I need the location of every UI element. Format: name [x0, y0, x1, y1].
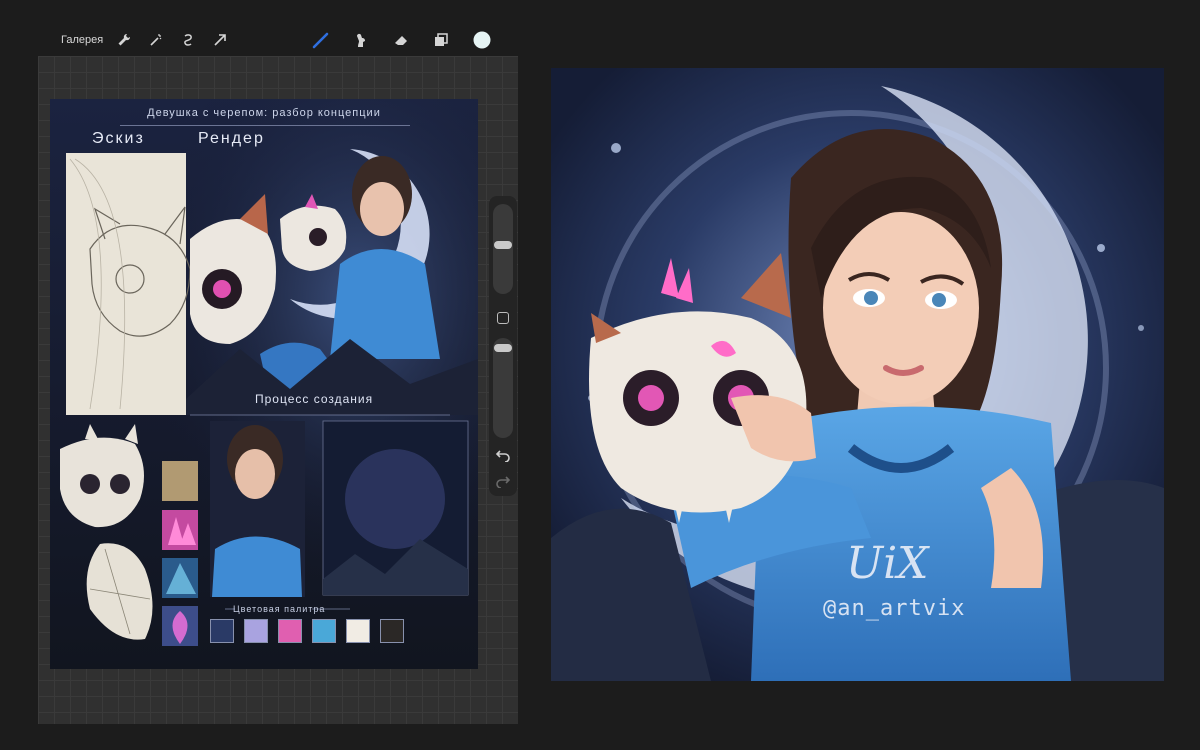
undo-arrow-icon[interactable]	[495, 448, 511, 467]
sketch-panel	[66, 153, 186, 415]
magic-wand-icon[interactable]	[146, 30, 166, 50]
palette-swatch-3	[278, 619, 302, 643]
transform-arrow-icon[interactable]	[210, 30, 230, 50]
palette-label: Цветовая палитра	[233, 604, 326, 614]
wrench-icon[interactable]	[114, 30, 134, 50]
title-divider	[120, 125, 410, 126]
side-slider-panel	[489, 196, 517, 496]
smudge-icon[interactable]	[351, 30, 371, 50]
top-toolbar: Галерея	[38, 24, 518, 56]
palette-swatch-4	[312, 619, 336, 643]
selection-icon[interactable]	[178, 30, 198, 50]
canvas-area[interactable]: Девушка с черепом: разбор концепции Эски…	[38, 56, 518, 724]
brush-size-slider[interactable]	[493, 204, 513, 294]
palette-swatch-6	[380, 619, 404, 643]
sketch-label: Эскиз	[92, 130, 145, 147]
board-artwork	[50, 99, 478, 669]
signature-handle: @an_artvix	[823, 596, 966, 621]
main-artwork: UiX @an_artvix	[551, 68, 1164, 681]
eraser-icon[interactable]	[391, 30, 411, 50]
process-label: Процесс создания	[255, 392, 374, 406]
redo-arrow-icon[interactable]	[495, 474, 511, 493]
layers-icon[interactable]	[431, 30, 451, 50]
gallery-button[interactable]: Галерея	[61, 34, 103, 46]
signature-script: UiX	[846, 538, 929, 589]
brush-icon[interactable]	[311, 30, 331, 50]
render-label: Рендер	[198, 130, 265, 147]
palette-swatch-1	[210, 619, 234, 643]
concept-board: Девушка с черепом: разбор концепции Эски…	[50, 99, 478, 669]
main-artwork-image	[551, 68, 1164, 681]
board-title: Девушка с черепом: разбор концепции	[147, 107, 381, 119]
texture-gold	[162, 461, 198, 501]
opacity-thumb[interactable]	[494, 344, 512, 352]
square-icon[interactable]	[497, 312, 509, 324]
opacity-slider[interactable]	[493, 338, 513, 438]
brush-size-thumb[interactable]	[494, 241, 512, 249]
palette-swatch-5	[346, 619, 370, 643]
palette-swatch-2	[244, 619, 268, 643]
color-circle-icon[interactable]	[470, 28, 494, 52]
